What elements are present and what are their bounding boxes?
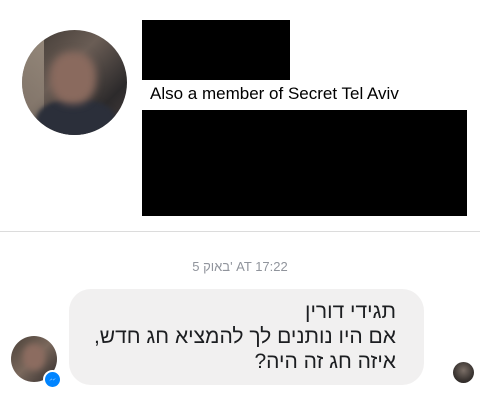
sender-blurred-face	[23, 344, 45, 370]
message-line: איזה חג זה היה?	[254, 350, 396, 373]
redacted-details-block	[142, 110, 467, 216]
redacted-name-block	[142, 20, 290, 80]
seen-receipt-avatar	[453, 362, 474, 383]
message-bubble[interactable]: תגידי דורין אם היו נותנים לך להמציא חג ח…	[69, 289, 424, 385]
message-timestamp: 5 באוק' AT 17:22	[192, 259, 288, 274]
avatar-shoulders	[36, 100, 116, 135]
profile-avatar[interactable]	[22, 30, 127, 135]
message-line: אם היו נותנים לך להמציא חג חדש,	[93, 325, 396, 348]
messenger-bolt-icon	[48, 377, 57, 382]
member-info-text: Also a member of Secret Tel Aviv	[150, 84, 399, 103]
section-divider	[0, 231, 480, 232]
message-text: תגידי דורין אם היו נותנים לך להמציא חג ח…	[76, 299, 396, 374]
avatar-blurred-face	[50, 52, 96, 104]
messenger-icon	[43, 370, 62, 389]
message-line: תגידי דורין	[305, 300, 396, 323]
